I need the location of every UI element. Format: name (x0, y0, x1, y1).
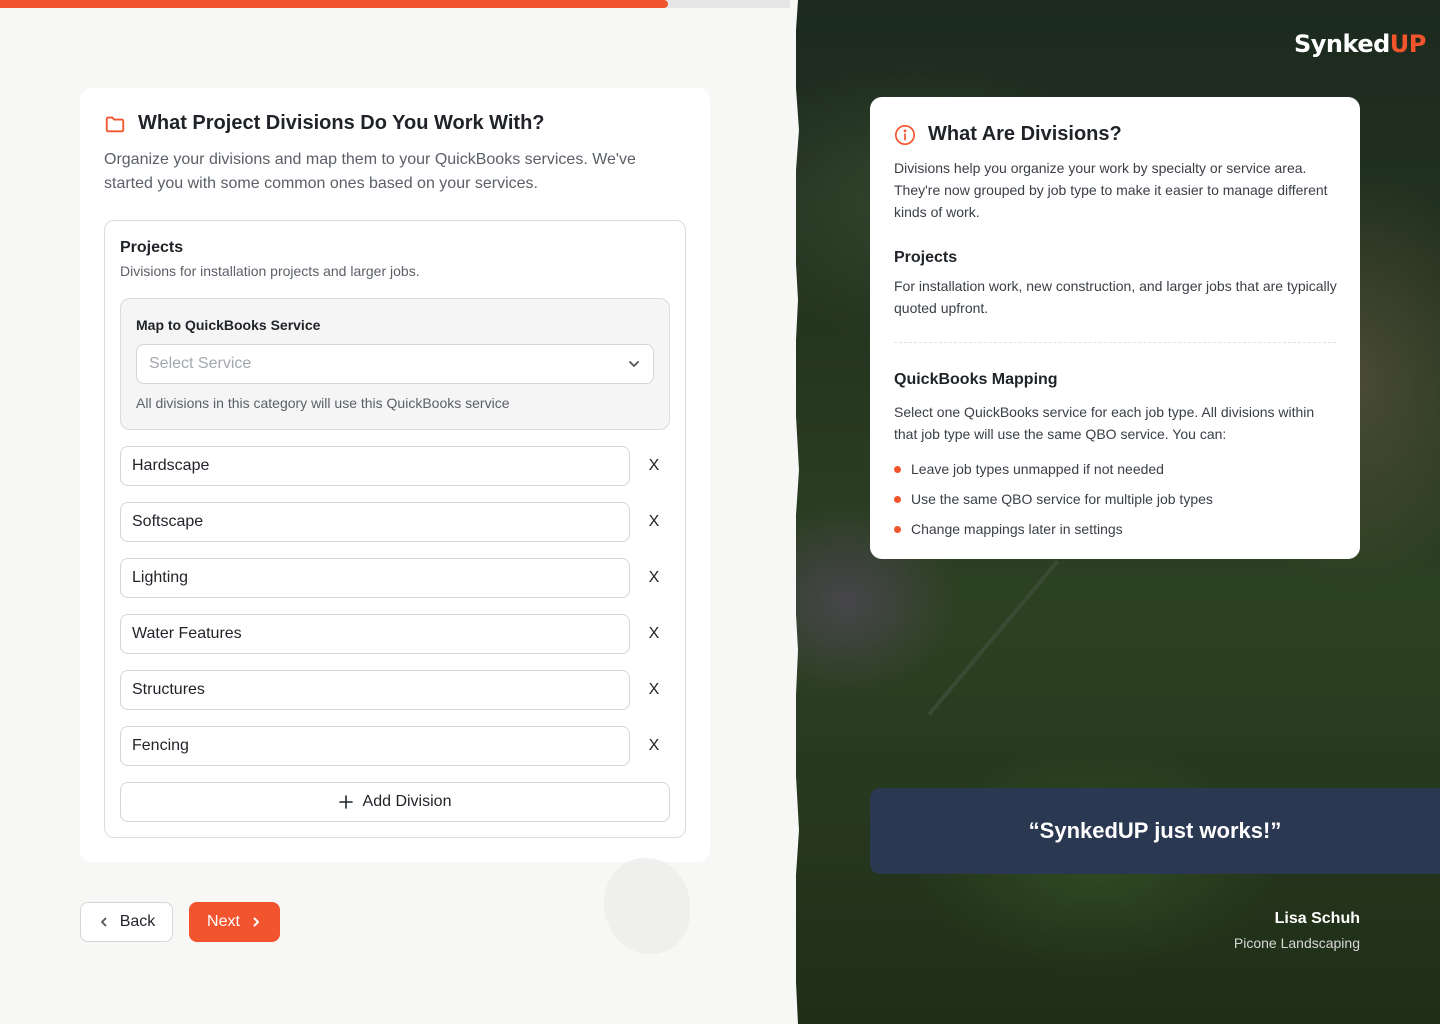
progress-bar (0, 0, 800, 8)
mapping-label: Map to QuickBooks Service (136, 317, 321, 333)
section-title: Projects (120, 239, 184, 256)
list-item: Change mappings later in settings (894, 514, 1213, 544)
division-row: X (120, 446, 670, 486)
remove-division-button[interactable]: X (644, 456, 664, 476)
division-row: X (120, 614, 670, 654)
bullet-dot (894, 465, 901, 473)
quickbooks-mapping-box: Map to QuickBooks Service Select Service… (120, 298, 670, 430)
info-projects-text: For installation work, new construction,… (894, 278, 1337, 316)
projects-section: Projects Divisions for installation proj… (104, 220, 686, 838)
division-input[interactable] (120, 670, 630, 710)
division-input[interactable] (120, 558, 630, 598)
onboarding-panel: What Project Divisions Do You Work With?… (0, 0, 800, 1024)
chevron-right-icon (250, 916, 262, 928)
close-icon: X (648, 737, 660, 754)
chevron-left-icon (98, 916, 110, 928)
select-placeholder: Select Service (149, 355, 252, 372)
bullet-dot (894, 525, 901, 533)
division-row: X (120, 558, 670, 598)
list-item: Use the same QBO service for multiple jo… (894, 484, 1213, 514)
testimonial-name: Lisa Schuh (1274, 910, 1360, 927)
plus-icon (338, 795, 353, 809)
division-input[interactable] (120, 446, 630, 486)
list-item: Leave job types unmapped if not needed (894, 454, 1213, 484)
decorative-splotch (604, 858, 690, 954)
progress-bar-fill (0, 0, 668, 8)
add-division-label: Add Division (362, 793, 452, 810)
remove-division-button[interactable]: X (644, 624, 664, 644)
quote-text: “SynkedUP just works!” (1028, 818, 1282, 843)
page-subtitle: Organize your divisions and map them to … (104, 151, 636, 192)
division-row: X (120, 502, 670, 542)
folder-icon (104, 113, 126, 135)
remove-division-button[interactable]: X (644, 512, 664, 532)
divisions-card: What Project Divisions Do You Work With?… (80, 88, 710, 862)
chevron-down-icon (627, 357, 641, 371)
info-projects-heading: Projects (894, 249, 958, 266)
mapping-help-text: All divisions in this category will use … (136, 395, 510, 411)
info-mapping-text: Select one QuickBooks service for each j… (894, 404, 1315, 442)
remove-division-button[interactable]: X (644, 680, 664, 700)
division-input[interactable] (120, 726, 630, 766)
close-icon: X (648, 625, 660, 642)
testimonial-quote: “SynkedUP just works!” (870, 788, 1440, 874)
division-row: X (120, 726, 670, 766)
info-bullet-list: Leave job types unmapped if not needed U… (894, 454, 1213, 544)
info-card: What Are Divisions? Divisions help you o… (870, 97, 1360, 559)
division-input[interactable] (120, 614, 630, 654)
section-description: Divisions for installation projects and … (120, 263, 420, 279)
info-title-row: What Are Divisions? (894, 123, 1122, 146)
divider (894, 342, 1336, 343)
close-icon: X (648, 569, 660, 586)
info-title: What Are Divisions? (928, 123, 1122, 145)
bullet-dot (894, 495, 901, 503)
info-icon (894, 124, 916, 146)
quickbooks-service-select[interactable]: Select Service (136, 344, 654, 384)
back-label: Back (119, 913, 156, 930)
info-mapping-heading: QuickBooks Mapping (894, 371, 1058, 388)
next-button[interactable]: Next (189, 902, 280, 942)
trimmer-shaft (927, 560, 1060, 716)
back-button[interactable]: Back (80, 902, 173, 942)
testimonial-company: Picone Landscaping (1233, 935, 1360, 951)
page-title: What Project Divisions Do You Work With? (138, 112, 545, 134)
remove-division-button[interactable]: X (644, 568, 664, 588)
synkedup-logo: SynkedUP (1294, 30, 1426, 58)
division-input[interactable] (120, 502, 630, 542)
close-icon: X (648, 457, 660, 474)
info-intro: Divisions help you organize your work by… (894, 160, 1328, 220)
add-division-button[interactable]: Add Division (120, 782, 670, 822)
division-row: X (120, 670, 670, 710)
page-title-row: What Project Divisions Do You Work With? (104, 112, 545, 135)
torn-paper-edge (790, 0, 799, 1024)
next-label: Next (207, 913, 240, 930)
close-icon: X (648, 513, 660, 530)
close-icon: X (648, 681, 660, 698)
remove-division-button[interactable]: X (644, 736, 664, 756)
